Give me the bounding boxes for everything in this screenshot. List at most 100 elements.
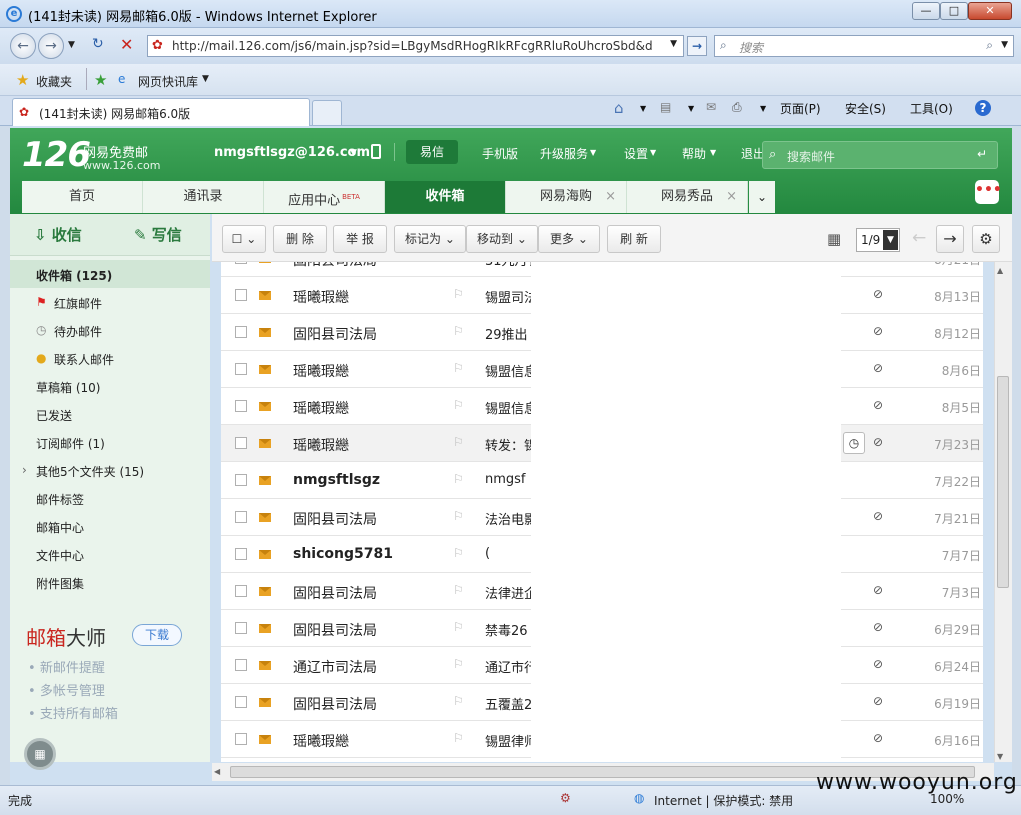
- help-dropdown-icon[interactable]: ▼: [710, 148, 716, 157]
- refresh-icon[interactable]: ↻: [92, 36, 104, 52]
- subject[interactable]: 法律进企: [485, 583, 537, 602]
- report-button[interactable]: 举 报: [333, 225, 387, 253]
- upgrade-dropdown-icon[interactable]: ▼: [590, 148, 596, 157]
- enter-icon[interactable]: ↵: [977, 147, 987, 161]
- more-menu-icon[interactable]: •••: [975, 180, 1002, 204]
- subject[interactable]: 锡盟信息: [485, 361, 537, 380]
- upgrade-link[interactable]: 升级服务: [540, 145, 588, 162]
- receive-button[interactable]: ⇩ 收信: [34, 224, 82, 245]
- subject[interactable]: 锡盟信息: [485, 398, 537, 417]
- prev-page-icon[interactable]: ←: [912, 228, 926, 248]
- tools-menu[interactable]: 工具(O): [910, 100, 953, 117]
- expand-chevron-icon[interactable]: ›: [22, 463, 27, 477]
- flag-icon[interactable]: ⚐: [453, 262, 464, 264]
- row-checkbox[interactable]: [235, 289, 247, 301]
- yixin-button[interactable]: 易信: [406, 140, 458, 164]
- url-text[interactable]: http://mail.126.com/js6/main.jsp?sid=LBg…: [172, 39, 652, 53]
- row-checkbox[interactable]: [235, 659, 247, 671]
- flag-icon[interactable]: ⚐: [453, 361, 464, 375]
- sidebar-item-sent[interactable]: 已发送: [36, 407, 72, 424]
- settings-link[interactable]: 设置: [624, 145, 648, 162]
- search-dropdown-icon[interactable]: ▼: [1001, 40, 1008, 50]
- subject[interactable]: 锡盟司法: [485, 287, 537, 306]
- row-checkbox[interactable]: [235, 363, 247, 375]
- sidebar-item-drafts[interactable]: 草稿箱 (10): [36, 379, 100, 396]
- close-button[interactable]: ✕: [968, 2, 1012, 20]
- row-checkbox[interactable]: [235, 262, 247, 264]
- delete-button[interactable]: 删 除: [273, 225, 327, 253]
- tab-home[interactable]: 首页: [22, 181, 143, 213]
- subject[interactable]: 转发：锡: [485, 435, 537, 454]
- close-tab-icon[interactable]: ×: [605, 181, 616, 213]
- row-checkbox[interactable]: [235, 585, 247, 597]
- web-slice-dropdown-icon[interactable]: ▼: [202, 74, 209, 84]
- history-dropdown-icon[interactable]: ▼: [68, 40, 75, 50]
- sidebar-item-tags[interactable]: 邮件标签: [36, 491, 84, 508]
- browser-tab[interactable]: ✿ (141封未读) 网易邮箱6.0版: [12, 98, 310, 126]
- web-slice-gallery[interactable]: 网页快讯库: [138, 73, 198, 90]
- flag-icon[interactable]: ⚐: [453, 694, 464, 708]
- refresh-button[interactable]: 刷 新: [607, 225, 661, 253]
- address-bar[interactable]: ✿ http://mail.126.com/js6/main.jsp?sid=L…: [147, 35, 684, 57]
- feeds-dropdown-icon[interactable]: ▼: [688, 104, 694, 113]
- close-tab-icon[interactable]: ×: [726, 181, 737, 213]
- move-to-button[interactable]: 移动到 ⌄: [466, 225, 538, 253]
- logo[interactable]: 126: [22, 135, 91, 175]
- reminder-clock-icon[interactable]: ◷: [843, 432, 865, 454]
- flag-icon[interactable]: ⚐: [453, 731, 464, 745]
- tab-haigou[interactable]: 网易海购 ×: [506, 181, 627, 213]
- go-button[interactable]: →: [687, 36, 707, 56]
- scroll-left-icon[interactable]: ◀: [214, 767, 220, 776]
- row-checkbox[interactable]: [235, 511, 247, 523]
- mail-master-promo[interactable]: 邮箱大师: [26, 622, 106, 651]
- subject[interactable]: 法治电影: [485, 509, 537, 528]
- mail-icon[interactable]: ✉: [706, 100, 716, 114]
- page-select[interactable]: 1/9 ▼: [856, 228, 900, 252]
- feeds-icon[interactable]: ▤: [660, 100, 671, 114]
- flag-icon[interactable]: ⚐: [453, 620, 464, 634]
- row-checkbox[interactable]: [235, 326, 247, 338]
- tab-contacts[interactable]: 通讯录: [143, 181, 264, 213]
- stop-icon[interactable]: ✕: [120, 35, 133, 54]
- sidebar-item-other-folders[interactable]: 其他5个文件夹 (15): [36, 463, 144, 480]
- security-zone[interactable]: Internet | 保护模式: 禁用: [654, 792, 793, 809]
- row-checkbox[interactable]: [235, 548, 247, 560]
- account-dropdown-icon[interactable]: ▼: [350, 148, 357, 158]
- row-checkbox[interactable]: [235, 733, 247, 745]
- safety-menu[interactable]: 安全(S): [845, 100, 886, 117]
- mark-as-button[interactable]: 标记为 ⌄: [394, 225, 466, 253]
- maximize-button[interactable]: □: [940, 2, 968, 20]
- flag-icon[interactable]: ⚐: [453, 657, 464, 671]
- print-dropdown-icon[interactable]: ▼: [760, 104, 766, 113]
- browser-search-box[interactable]: ⌕ 搜索 ⌕ ▼: [714, 35, 1014, 57]
- scroll-down-icon[interactable]: ▼: [997, 752, 1003, 761]
- subject[interactable]: 禁毒26: [485, 620, 528, 639]
- flag-icon[interactable]: ⚐: [453, 435, 464, 449]
- add-favorite-icon[interactable]: ★: [94, 71, 107, 89]
- print-icon[interactable]: ⎙: [732, 100, 742, 115]
- help-link[interactable]: 帮助: [682, 145, 706, 162]
- download-button[interactable]: 下载: [132, 624, 182, 646]
- compose-button[interactable]: ✎ 写信: [134, 224, 182, 245]
- row-checkbox[interactable]: [235, 474, 247, 486]
- mail-search-box[interactable]: ⌕ 搜索邮件 ↵: [762, 141, 998, 169]
- home-dropdown-icon[interactable]: ▼: [640, 104, 646, 113]
- row-checkbox[interactable]: [235, 622, 247, 634]
- flag-icon[interactable]: ⚐: [453, 398, 464, 412]
- subject[interactable]: 通辽市行: [485, 657, 537, 676]
- sidebar-item-subscriptions[interactable]: 订阅邮件 (1): [36, 435, 105, 452]
- tab-app-center[interactable]: 应用中心 BETA: [264, 181, 385, 213]
- more-button[interactable]: 更多 ⌄: [538, 225, 600, 253]
- subject[interactable]: (: [485, 546, 490, 561]
- account-name[interactable]: nmgsftlsgz@126.com: [214, 145, 370, 160]
- back-button[interactable]: ←: [10, 33, 36, 59]
- subject[interactable]: 五覆盖2: [485, 694, 532, 713]
- apps-icon[interactable]: ▦: [24, 738, 56, 770]
- subject[interactable]: 锡盟律师: [485, 731, 537, 750]
- flag-icon[interactable]: ⚐: [453, 472, 464, 486]
- calendar-icon[interactable]: ▦: [827, 230, 841, 248]
- home-icon[interactable]: ⌂: [614, 99, 624, 117]
- flag-icon[interactable]: ⚐: [453, 583, 464, 597]
- select-all-checkbox[interactable]: ☐ ⌄: [222, 225, 266, 253]
- row-checkbox[interactable]: [235, 696, 247, 708]
